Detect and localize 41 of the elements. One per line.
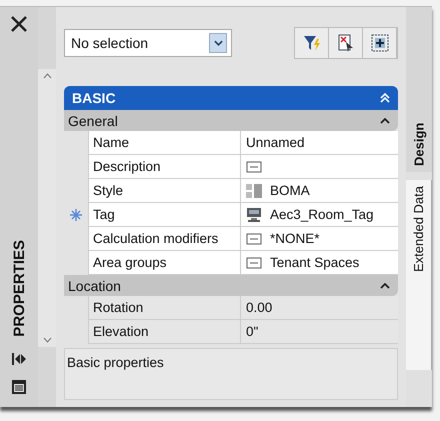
field-icon	[246, 160, 262, 174]
section-header[interactable]: Location	[64, 275, 398, 296]
property-name: Style	[88, 179, 240, 203]
chevron-down-icon[interactable]	[214, 40, 222, 46]
toggle-pickadd-button[interactable]	[329, 28, 363, 58]
list-icon[interactable]	[11, 379, 27, 395]
property-name: Rotation	[88, 296, 240, 320]
close-icon[interactable]	[10, 15, 28, 33]
property-value[interactable]: 0"	[246, 324, 258, 339]
auto-hide-icon[interactable]	[11, 351, 27, 367]
side-tab[interactable]: Extended Data	[406, 180, 432, 370]
dashed-plus-icon	[370, 33, 390, 53]
selection-dropdown[interactable]: No selection	[64, 29, 232, 57]
page-cursor-icon	[336, 33, 356, 53]
collapse-icon[interactable]	[380, 282, 390, 288]
double-chevron-icon[interactable]	[380, 93, 390, 103]
side-tab[interactable]: Design	[406, 7, 432, 172]
property-name: Tag	[88, 203, 240, 227]
quick-select-button[interactable]	[295, 28, 329, 58]
style-icon	[246, 184, 262, 198]
scroll-down-icon[interactable]	[42, 337, 52, 343]
property-name: Description	[88, 155, 240, 179]
monitor-icon	[246, 208, 262, 222]
scrollbar[interactable]	[38, 69, 56, 347]
collapse-icon[interactable]	[380, 118, 390, 124]
select-objects-button[interactable]	[363, 28, 397, 58]
field-icon	[246, 232, 262, 246]
property-value[interactable]: BOMA	[270, 183, 310, 198]
category-header[interactable]: BASIC	[64, 86, 398, 110]
description-text: Basic properties	[67, 355, 164, 370]
section-header[interactable]: General	[64, 110, 398, 131]
property-name: Elevation	[88, 320, 240, 344]
property-value[interactable]: 0.00	[246, 300, 272, 315]
palette-title: PROPERTIES	[10, 240, 28, 337]
field-icon	[246, 256, 262, 270]
property-value[interactable]: *NONE*	[270, 231, 320, 246]
funnel-lightning-icon	[302, 33, 322, 53]
property-name: Name	[88, 131, 240, 155]
scroll-up-icon[interactable]	[42, 73, 52, 79]
property-name: Calculation modifiers	[88, 227, 240, 251]
property-name: Area groups	[88, 251, 240, 275]
